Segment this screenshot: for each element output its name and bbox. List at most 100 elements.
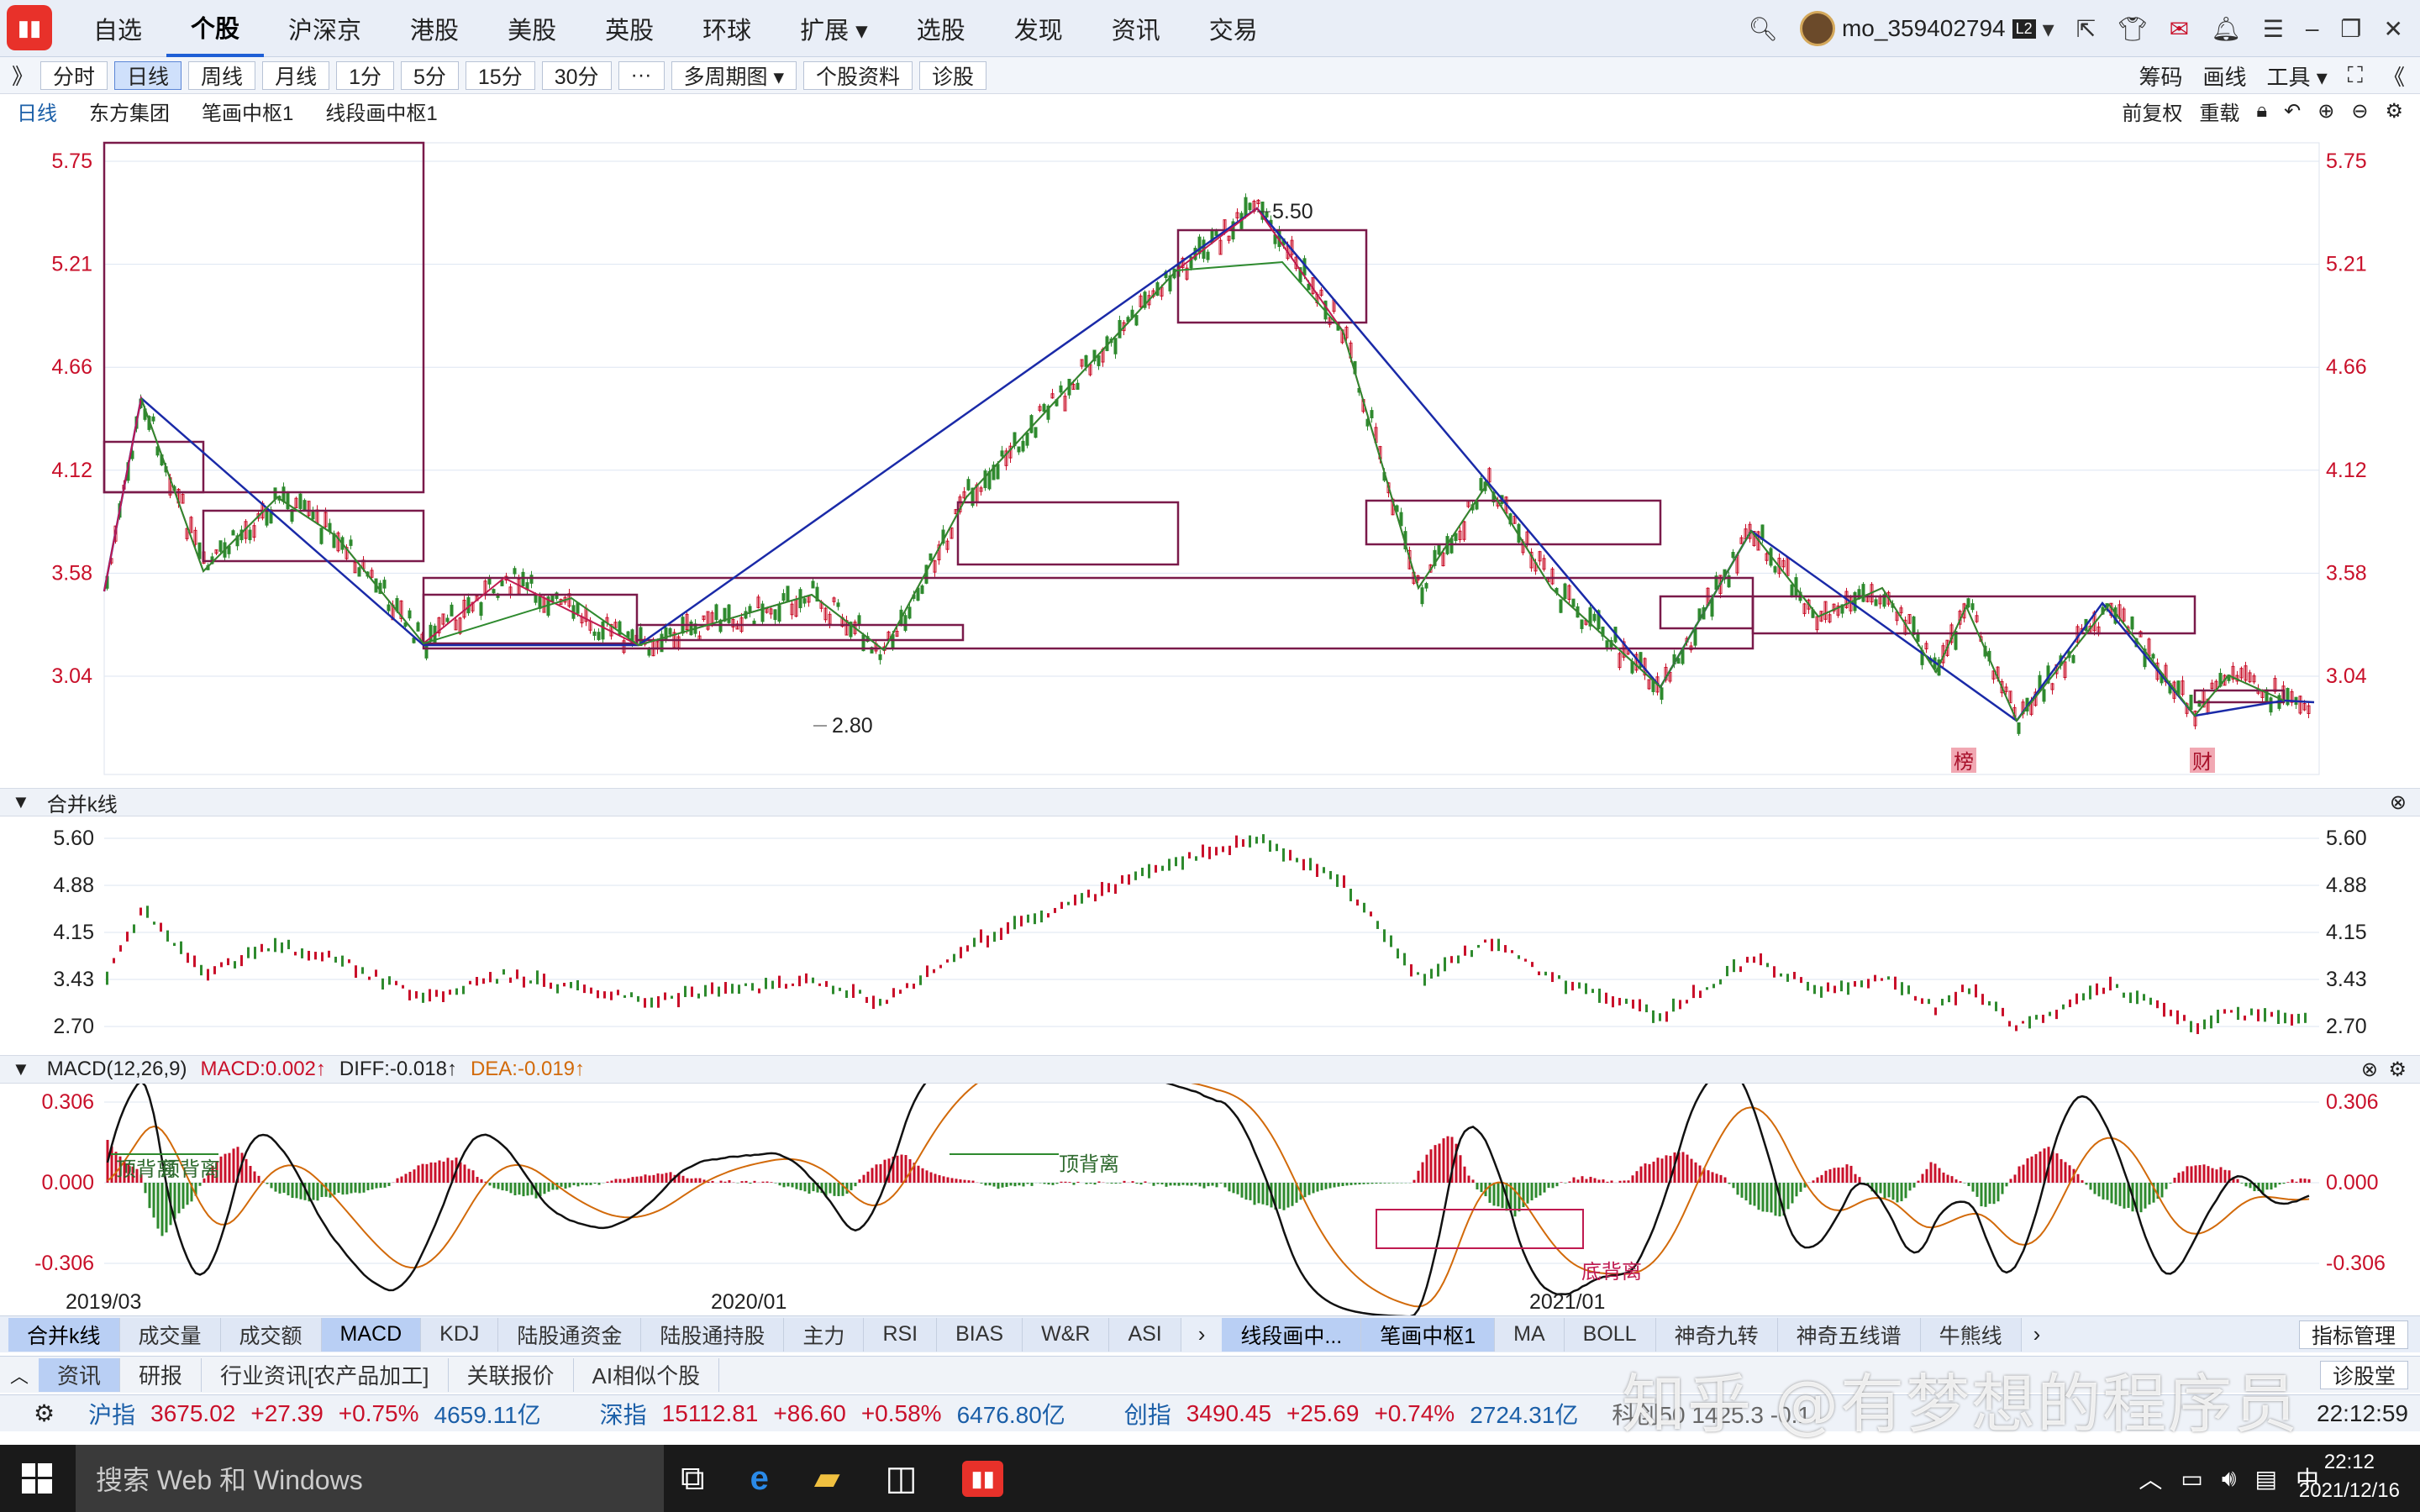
close-icon[interactable]: ✕ (2384, 15, 2403, 43)
expand-up-icon[interactable]: ︿ (10, 1362, 29, 1389)
avatar[interactable] (1799, 11, 1835, 46)
nav-xuangu[interactable]: 选股 (892, 0, 990, 57)
ticker-sz[interactable]: 深指 15112.81 +86.60 +0.58% 6476.80亿 (600, 1397, 1065, 1431)
ticker-cy[interactable]: 创指 3490.45 +25.69 +0.74% 2724.31亿 (1124, 1397, 1579, 1431)
settings-icon[interactable]: ⚙ (2388, 1058, 2407, 1082)
nav-meigu[interactable]: 美股 (483, 0, 581, 57)
tab-xianduan[interactable]: 线段画中... (1222, 1317, 1362, 1352)
lock-icon[interactable]: 🔒︎ (2256, 99, 2267, 123)
bell-icon[interactable]: 🔔︎ (2211, 15, 2241, 43)
period-yuexian[interactable]: 月线 (262, 60, 330, 90)
main-chart[interactable]: 5.75 5.21 4.66 4.12 3.58 3.04 5.75 5.21 4.66 4.1… (0, 128, 2420, 788)
close-pane-icon[interactable]: ⊗ (2390, 790, 2407, 815)
tab-kdj[interactable]: KDJ (421, 1317, 499, 1352)
tab-main-force[interactable]: 主力 (784, 1317, 865, 1352)
task-view-icon[interactable]: ⧉ (681, 1460, 705, 1498)
collapse-icon[interactable]: 《 (2383, 60, 2405, 92)
next-tabs-icon[interactable]: › (1198, 1321, 1206, 1347)
diagnose-hall-button[interactable]: 诊股堂 (2319, 1360, 2408, 1389)
main-chart-pane[interactable]: 5.75 5.21 4.66 4.12 3.58 3.04 5.75 5.21 4.66 4.1… (0, 128, 2420, 788)
macd-pane[interactable]: 顶背离 顶背离 顶背离 底背离 0.306 0.000 -0.306 0.306 0.… (0, 1053, 2420, 1318)
period-rixian[interactable]: 日线 (114, 60, 182, 90)
tab-macd[interactable]: MACD (321, 1317, 422, 1352)
period-1min[interactable]: 1分 (336, 60, 394, 90)
nav-kuozhan[interactable]: 扩展 ▾ (776, 0, 892, 57)
settings-icon[interactable]: ⚙ (2385, 99, 2403, 123)
draw-button[interactable]: 画线 (2202, 60, 2246, 92)
tab-volume[interactable]: 成交量 (119, 1317, 221, 1352)
taskbar-clock[interactable]: 22:12 2021/12/16 (2299, 1448, 2400, 1505)
tab-amount[interactable]: 成交额 (220, 1317, 322, 1352)
ticker-sh[interactable]: 沪指 3675.02 +27.39 +0.75% 4659.11亿 (88, 1397, 541, 1431)
mail-icon[interactable]: ✉ (2170, 15, 2189, 43)
macd-chart[interactable]: 顶背离 顶背离 顶背离 底背离 0.3060.000-0.306 0.3060.… (0, 1053, 2420, 1318)
minimize-icon[interactable]: – (2306, 15, 2319, 42)
network-icon[interactable]: ▭ (2181, 1465, 2202, 1493)
menu-icon[interactable]: ☰ (2263, 15, 2284, 43)
reload-button[interactable]: 重载 (2199, 97, 2239, 126)
nav-jiaoyi[interactable]: 交易 (1185, 0, 1282, 57)
multi-period-button[interactable]: 多周期图 ▾ (671, 60, 797, 90)
gear-icon[interactable]: ⚙ (34, 1399, 55, 1427)
merge-kline-chart[interactable]: 5.60 4.88 4.15 3.43 2.70 5.60 4.88 4.15 3.43 2.7… (0, 816, 2420, 1057)
tab-news[interactable]: 资讯 (39, 1357, 121, 1392)
tab-rsi[interactable]: RSI (864, 1317, 938, 1352)
share-icon[interactable]: ⇱ (2076, 15, 2096, 43)
more-periods-button[interactable]: ··· (618, 60, 665, 90)
tab-industry-news[interactable]: 行业资讯[农产品加工] (202, 1357, 449, 1392)
search-icon[interactable]: 🔍︎ (1748, 15, 1778, 43)
tab-bias[interactable]: BIAS (937, 1317, 1023, 1352)
zoom-out-icon[interactable]: ⊖ (2351, 99, 2368, 123)
tab-ai-similar[interactable]: AI相似个股 (574, 1357, 720, 1392)
period-15min[interactable]: 15分 (465, 60, 535, 90)
tab-bi-pivot[interactable]: 笔画中枢1 (1361, 1317, 1496, 1352)
tools-button[interactable]: 工具 ▾ (2267, 60, 2328, 92)
nav-gegu[interactable]: 个股 (166, 0, 265, 57)
nav-zixuan[interactable]: 自选 (69, 0, 166, 57)
finance-badge[interactable]: 财 (2192, 751, 2212, 774)
volume-icon[interactable]: 🔊︎ (2222, 1465, 2237, 1493)
zoom-in-icon[interactable]: ⊕ (2317, 99, 2334, 123)
tab-wr[interactable]: W&R (1023, 1317, 1110, 1352)
diagnose-button[interactable]: 诊股 (919, 60, 987, 90)
merge-kline-pane[interactable]: 5.60 4.88 4.15 3.43 2.70 5.60 4.88 4.15 3.43 2.7… (0, 816, 2420, 1057)
stock-profile-button[interactable]: 个股资料 (803, 60, 913, 90)
adjust-button[interactable]: 前复权 (2122, 97, 2182, 126)
nav-ganggu[interactable]: 港股 (386, 0, 483, 57)
edge-icon[interactable]: e (750, 1460, 769, 1498)
chevron-down-icon[interactable]: ▾ (2043, 15, 2054, 43)
undo-icon[interactable]: ↶ (2284, 99, 2301, 123)
tab-nine-turn[interactable]: 神奇九转 (1655, 1317, 1778, 1352)
next-tabs-icon[interactable]: › (2033, 1321, 2041, 1347)
windows-start-icon[interactable] (22, 1463, 52, 1494)
nav-yinggu[interactable]: 英股 (581, 0, 678, 57)
tab-merge-kline[interactable]: 合并k线 (8, 1317, 120, 1352)
folder-icon[interactable]: ▰ (814, 1459, 840, 1498)
nav-zixun[interactable]: 资讯 (1087, 0, 1185, 57)
username[interactable]: mo_359402794 (1842, 15, 2006, 42)
shirt-icon[interactable]: 👕︎ (2118, 15, 2148, 43)
restore-icon[interactable]: ❐ (2340, 15, 2361, 43)
period-fenshi[interactable]: 分时 (40, 60, 108, 90)
tab-related-quotes[interactable]: 关联报价 (449, 1357, 574, 1392)
app-logo[interactable]: ▮▮ (7, 5, 52, 50)
period-30min[interactable]: 30分 (541, 60, 612, 90)
nav-faxian[interactable]: 发现 (990, 0, 1087, 57)
indicator-manage-button[interactable]: 指标管理 (2298, 1320, 2408, 1349)
store-icon[interactable]: ◫ (886, 1459, 918, 1498)
tab-boll[interactable]: BOLL (1564, 1317, 1656, 1352)
expand-icon[interactable]: 》 (12, 60, 34, 91)
tab-hsgt-hold[interactable]: 陆股通持股 (641, 1317, 785, 1352)
tonghuashun-app-icon[interactable]: ▮▮ (962, 1460, 1003, 1497)
tray-up-icon[interactable]: ︿ (2139, 1462, 2162, 1495)
nav-hushenjing[interactable]: 沪深京 (264, 0, 386, 57)
nav-huanqiu[interactable]: 环球 (678, 0, 776, 57)
collapse-pane-icon[interactable]: ▼ (12, 1058, 30, 1080)
tab-bull-bear[interactable]: 牛熊线 (1920, 1317, 2022, 1352)
collapse-pane-icon[interactable]: ▼ (12, 791, 30, 813)
tab-asi[interactable]: ASI (1109, 1317, 1181, 1352)
tab-ma[interactable]: MA (1495, 1317, 1565, 1352)
period-zhouxian[interactable]: 周线 (188, 60, 256, 90)
rank-badge[interactable]: 榜 (1954, 751, 1974, 774)
close-pane-icon[interactable]: ⊗ (2361, 1058, 2378, 1082)
